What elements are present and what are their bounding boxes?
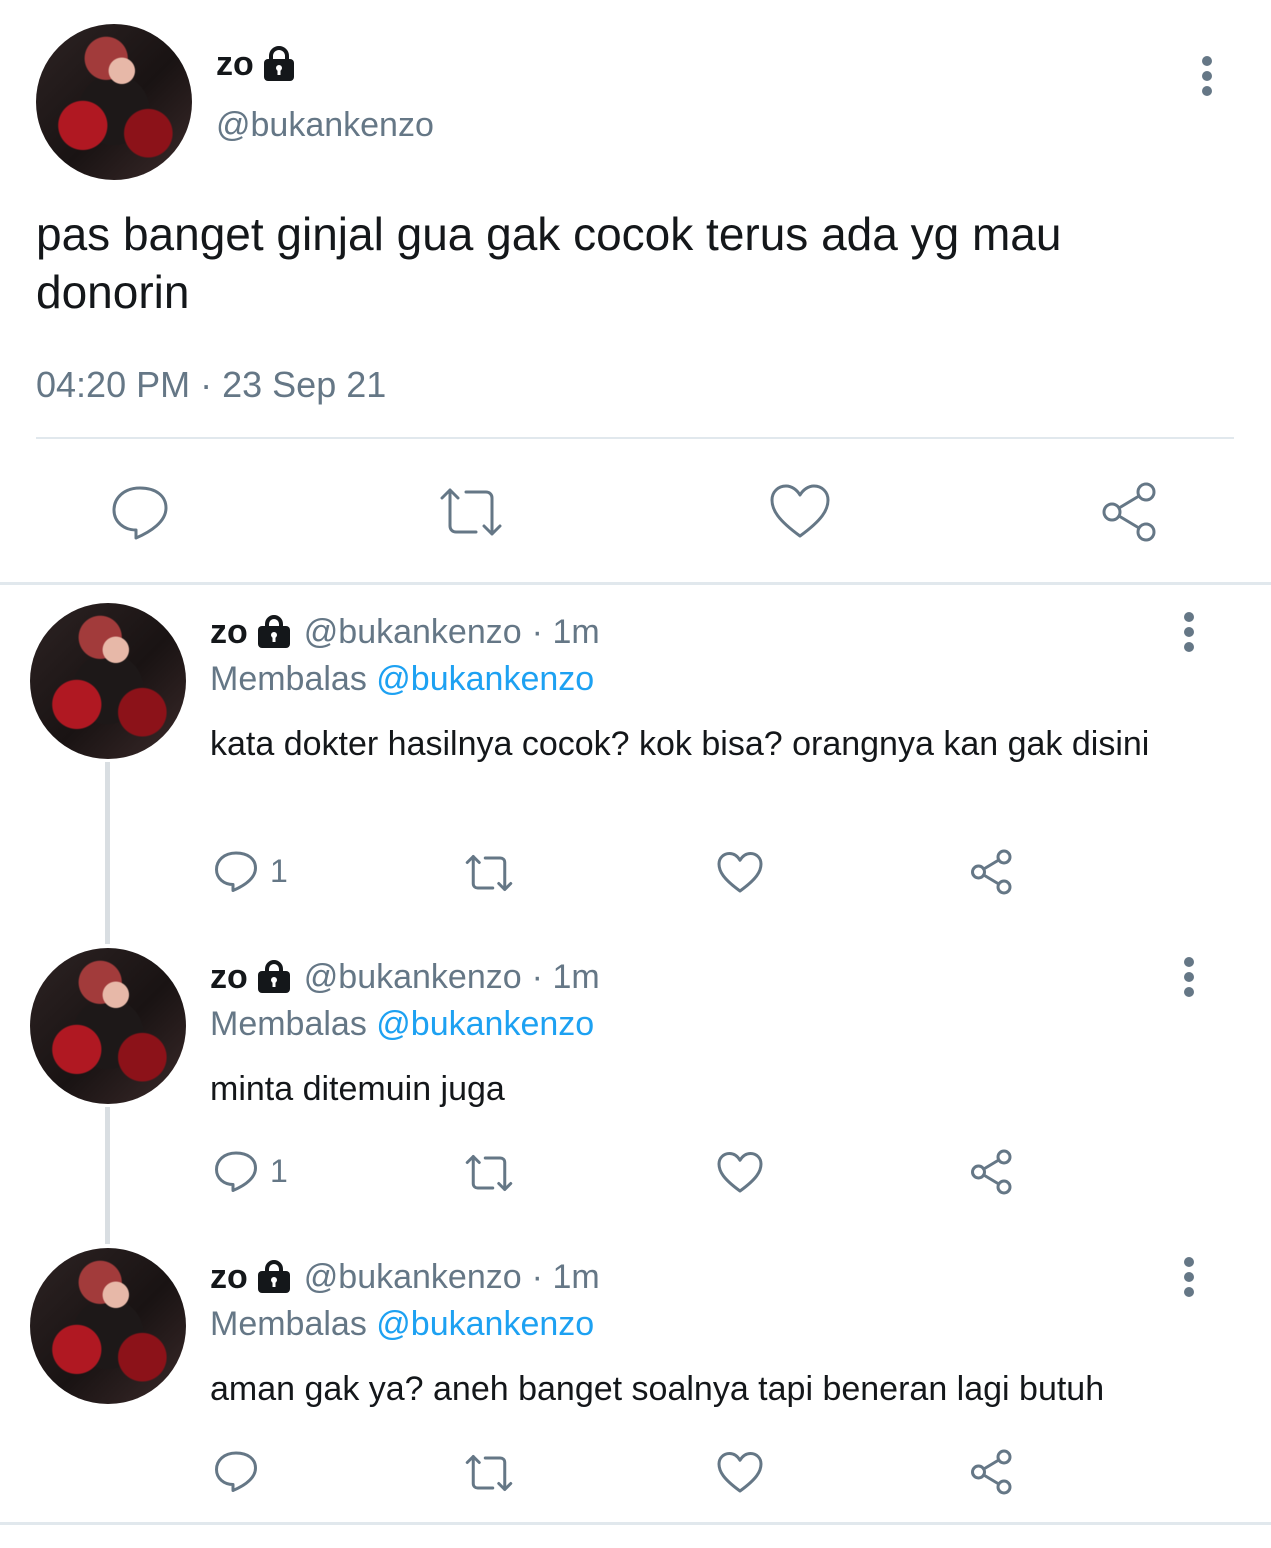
retweet-icon — [465, 1455, 513, 1491]
reply-more-button[interactable] — [1184, 612, 1196, 652]
reply-like-button[interactable] — [716, 1150, 764, 1201]
main-handle[interactable]: @bukankenzo — [216, 106, 434, 145]
thread-line — [105, 1107, 110, 1244]
main-display-name: zo — [216, 44, 254, 83]
reply-icon — [215, 1451, 257, 1492]
replying-label: Membalas — [210, 1005, 367, 1043]
reply-header[interactable]: zo @bukankenzo · 1m — [210, 610, 600, 654]
main-like-button[interactable] — [768, 482, 832, 547]
replying-label: Membalas — [210, 1305, 367, 1343]
replying-to-link[interactable]: @bukankenzo — [376, 660, 594, 698]
replying-to-link[interactable]: @bukankenzo — [376, 1305, 594, 1343]
reply-retweet-button[interactable] — [462, 1452, 516, 1499]
reply-avatar[interactable] — [30, 603, 186, 759]
share-icon — [971, 1149, 1012, 1195]
reply-header[interactable]: zo @bukankenzo · 1m — [210, 955, 600, 999]
main-time: 04:20 PM — [36, 364, 191, 405]
reply-display-name: zo — [210, 957, 248, 996]
main-avatar[interactable] — [36, 24, 192, 180]
reply-time: · 1m — [531, 957, 600, 996]
section-separator — [0, 582, 1271, 585]
reply-text: minta ditemuin juga — [210, 1070, 505, 1108]
reply-handle: @bukankenzo — [303, 1257, 522, 1296]
reply-retweet-button[interactable] — [462, 1152, 516, 1199]
reply-text: aman gak ya? aneh banget soalnya tapi be… — [210, 1370, 1105, 1408]
reply-like-button[interactable] — [716, 1450, 764, 1501]
reply-text: kata dokter hasilnya cocok? kok bisa? or… — [210, 725, 1150, 763]
lock-icon — [263, 46, 294, 81]
reply-reply-button[interactable]: 1 — [212, 1148, 288, 1194]
reply-icon — [112, 486, 168, 540]
main-retweet-button[interactable] — [436, 484, 506, 545]
main-date: 23 Sep 21 — [222, 364, 387, 405]
heart-icon — [770, 484, 830, 538]
replying-to-link[interactable]: @bukankenzo — [376, 1005, 594, 1043]
reply-count: 1 — [270, 852, 288, 889]
reply-count: 1 — [270, 1152, 288, 1189]
main-timestamp: 04:20 PM · 23 Sep 21 — [36, 364, 386, 406]
reply-more-button[interactable] — [1184, 1257, 1196, 1297]
reply-reply-button[interactable]: 1 — [212, 848, 288, 894]
main-more-button[interactable] — [1202, 56, 1214, 96]
lock-icon — [257, 960, 290, 993]
reply-time: · 1m — [531, 1257, 600, 1296]
retweet-icon — [440, 488, 502, 536]
replying-to: Membalas @bukankenzo — [210, 1305, 594, 1344]
reply-share-button[interactable] — [968, 1448, 1016, 1501]
reply-share-button[interactable] — [968, 848, 1016, 901]
reply-display-name: zo — [210, 612, 248, 651]
reply-like-button[interactable] — [716, 850, 764, 901]
main-share-button[interactable] — [1098, 480, 1162, 549]
retweet-icon — [465, 855, 513, 891]
lock-icon — [257, 615, 290, 648]
main-display-name-row[interactable]: zo — [216, 40, 296, 88]
reply-retweet-button[interactable] — [462, 852, 516, 899]
reply-handle: @bukankenzo — [303, 612, 522, 651]
reply-avatar[interactable] — [30, 948, 186, 1104]
main-divider — [36, 437, 1234, 439]
lock-icon — [257, 1260, 290, 1293]
reply-header[interactable]: zo @bukankenzo · 1m — [210, 1255, 600, 1299]
heart-icon — [717, 1452, 763, 1493]
replying-label: Membalas — [210, 660, 367, 698]
reply-time: · 1m — [531, 612, 600, 651]
bottom-separator — [0, 1522, 1271, 1525]
share-icon — [971, 849, 1012, 895]
reply-avatar[interactable] — [30, 1248, 186, 1404]
timestamp-separator: · — [200, 364, 213, 405]
reply-share-button[interactable] — [968, 1148, 1016, 1201]
replying-to: Membalas @bukankenzo — [210, 1005, 594, 1044]
replying-to: Membalas @bukankenzo — [210, 660, 594, 699]
main-reply-button[interactable] — [108, 482, 172, 547]
reply-display-name: zo — [210, 1257, 248, 1296]
thread-line — [105, 762, 110, 944]
retweet-icon — [465, 1155, 513, 1191]
reply-icon — [215, 851, 257, 892]
share-icon — [1102, 482, 1156, 542]
reply-handle: @bukankenzo — [303, 957, 522, 996]
reply-reply-button[interactable] — [212, 1448, 270, 1494]
heart-icon — [717, 852, 763, 893]
main-tweet-text: pas banget ginjal gua gak cocok terus ad… — [36, 208, 1062, 318]
heart-icon — [717, 1152, 763, 1193]
reply-more-button[interactable] — [1184, 957, 1196, 997]
reply-icon — [215, 1151, 257, 1192]
share-icon — [971, 1449, 1012, 1495]
